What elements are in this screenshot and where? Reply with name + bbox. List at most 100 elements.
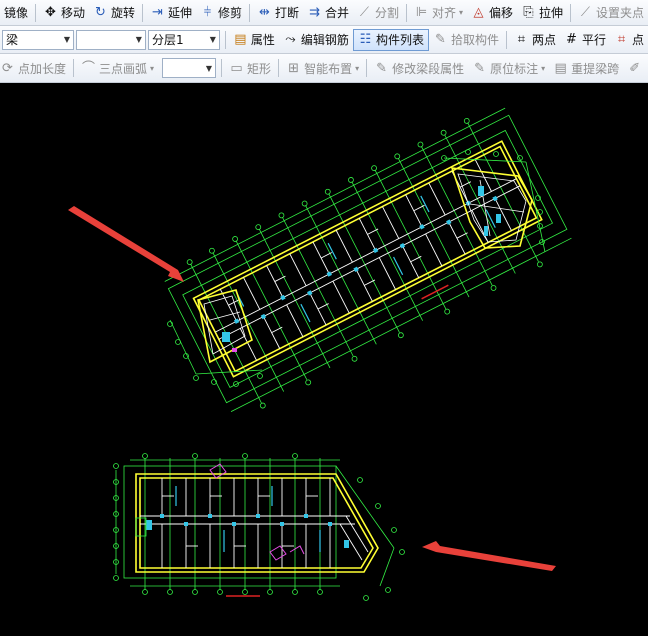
rectangle-icon: ▭ <box>230 60 243 76</box>
trim-icon: ⫩ <box>203 5 212 20</box>
two-points-button[interactable]: ⌗ 两点 <box>510 29 560 51</box>
set-grip-button[interactable]: ⟋ 设置夹点 <box>574 2 648 24</box>
merge-icon: ⇉ <box>309 5 320 20</box>
arc-icon: ⌒ <box>82 60 96 76</box>
arrow-lower <box>422 541 556 571</box>
pick-component-label: 拾取构件 <box>450 33 499 47</box>
modify-icon: ✎ <box>376 60 388 76</box>
toolbar-separator <box>570 3 571 22</box>
extend-button[interactable]: ⇥ 延伸 <box>146 2 196 24</box>
layer-select[interactable]: 分层1 ▼ <box>147 29 220 50</box>
layer-value: 分层1 <box>151 33 184 47</box>
outer-walls <box>192 140 543 378</box>
point-angle-icon: ⌗ <box>617 32 626 47</box>
toolbar-separator <box>142 3 143 22</box>
room-walls <box>215 159 521 361</box>
toolbar-draw: ⟳ 点加长度 ⌒ 三点画弧 ▾ ▼ ▭ 矩形 ⊞ 智能布置 ▾ ✎ 修改梁段属性 ✎ 原位标注 ▾… <box>0 54 648 83</box>
move-label: 移动 <box>60 6 85 20</box>
modify-segment-attr-button[interactable]: ✎ 修改梁段属性 <box>370 57 468 79</box>
rectangle-button[interactable]: ▭ 矩形 <box>225 57 275 79</box>
parallel-icon: # <box>566 32 577 47</box>
shape-select[interactable]: ▼ <box>162 58 217 78</box>
move-button[interactable]: ✥ 移动 <box>39 2 89 24</box>
more-button[interactable]: ✐ <box>623 57 646 79</box>
lower-room-walls <box>140 478 369 568</box>
trim-label: 修剪 <box>217 6 242 20</box>
original-mark-button[interactable]: ✎ 原位标注 ▾ <box>468 57 549 79</box>
component-list-button[interactable]: ☷ 构件列表 <box>352 28 429 51</box>
rotate-button[interactable]: ↻ 旋转 <box>89 2 139 24</box>
chevron-down-icon: ▼ <box>135 35 142 44</box>
extend-icon: ⇥ <box>152 5 163 20</box>
element-type-select[interactable]: 梁 ▼ <box>2 29 74 50</box>
extend-label: 延伸 <box>167 6 192 20</box>
mirror-button[interactable]: 镜像 <box>0 2 32 24</box>
toolbar-element: 梁 ▼ ▼ 分层1 ▼ ▤ 属性 ⤳ 编辑钢筋 ☷ 构件列表 ✎ 拾取构件 ⌗ 两点 # 平行 … <box>0 26 648 54</box>
offset-icon: ◬ <box>473 5 484 20</box>
toolbar-separator <box>405 3 407 22</box>
lower-edge-stair <box>135 517 147 537</box>
rectangle-label: 矩形 <box>247 61 272 76</box>
toolbar-separator <box>248 3 250 22</box>
smart-layout-button[interactable]: ⊞ 智能布置 ▾ <box>282 57 363 79</box>
parallel-button[interactable]: # 平行 <box>560 29 610 51</box>
grid-lines <box>164 107 572 412</box>
point-add-icon: ⟳ <box>2 60 13 76</box>
edit-rebar-label: 编辑钢筋 <box>300 33 349 47</box>
offset-label: 偏移 <box>488 6 513 20</box>
chevron-down-icon: ▾ <box>355 63 360 73</box>
re-extract-span-button[interactable]: ▤ 重提梁跨 <box>549 57 623 79</box>
trim-button[interactable]: ⫩ 修剪 <box>196 2 246 24</box>
three-point-arc-label: 三点画弧 <box>99 61 148 76</box>
lower-column-segments <box>175 486 321 552</box>
parallel-label: 平行 <box>581 33 606 47</box>
pick-component-button[interactable]: ✎ 拾取构件 <box>429 29 503 51</box>
edit-rebar-button[interactable]: ⤳ 编辑钢筋 <box>279 29 353 51</box>
break-button[interactable]: ⇹ 打断 <box>253 2 303 24</box>
three-point-arc-button[interactable]: ⌒ 三点画弧 ▾ <box>77 57 158 79</box>
arrow-icon <box>422 541 556 571</box>
set-grip-label: 设置夹点 <box>595 6 644 20</box>
mirror-label: 镜像 <box>4 6 29 20</box>
chevron-down-icon: ▼ <box>205 63 213 73</box>
element-type-value: 梁 <box>6 33 19 47</box>
element-name-select[interactable]: ▼ <box>75 29 146 50</box>
point-add-length-button[interactable]: ⟳ 点加长度 <box>0 57 70 79</box>
stretch-icon: ⎘ <box>523 5 534 20</box>
component-list-label: 构件列表 <box>375 33 424 47</box>
arrow-upper <box>68 206 184 282</box>
two-points-icon: ⌗ <box>517 32 526 47</box>
cad-drawing <box>68 101 577 601</box>
merge-button[interactable]: ⇉ 合并 <box>303 2 353 24</box>
toolbar-separator <box>278 59 280 77</box>
chevron-down-icon: ▾ <box>150 63 155 73</box>
chevron-down-icon: ▼ <box>209 35 216 44</box>
upper-floor-plan[interactable] <box>161 101 577 422</box>
align-button[interactable]: ⊫ 对齐 ▾ <box>410 2 467 24</box>
brush-icon: ✐ <box>629 60 641 76</box>
original-mark-label: 原位标注 <box>490 61 539 76</box>
rotate-icon: ↻ <box>95 5 106 20</box>
stretch-label: 拉伸 <box>538 6 563 20</box>
attributes-icon: ▤ <box>234 32 247 47</box>
split-label: 分割 <box>374 6 399 20</box>
point-angle-label: 点 <box>632 33 645 47</box>
stretch-button[interactable]: ⎘ 拉伸 <box>517 2 567 24</box>
extract-icon: ▤ <box>554 60 567 76</box>
offset-button[interactable]: ◬ 偏移 <box>467 2 517 24</box>
break-label: 打断 <box>274 6 299 20</box>
point-angle-button[interactable]: ⌗ 点 <box>610 29 648 51</box>
drawing-canvas[interactable] <box>0 83 648 633</box>
attributes-button[interactable]: ▤ 属性 <box>229 29 279 51</box>
toolbar-separator <box>221 59 223 77</box>
rotate-label: 旋转 <box>110 6 135 20</box>
split-button[interactable]: ⟋ 分割 <box>353 2 403 24</box>
arrow-icon <box>68 206 184 282</box>
mark-icon: ✎ <box>474 60 486 76</box>
align-icon: ⊫ <box>415 5 428 20</box>
lower-floor-plan[interactable] <box>113 453 405 601</box>
chevron-down-icon: ▾ <box>541 63 546 73</box>
list-icon: ☷ <box>359 32 372 47</box>
smart-layout-label: 智能布置 <box>304 61 353 76</box>
pick-icon: ✎ <box>435 32 446 47</box>
